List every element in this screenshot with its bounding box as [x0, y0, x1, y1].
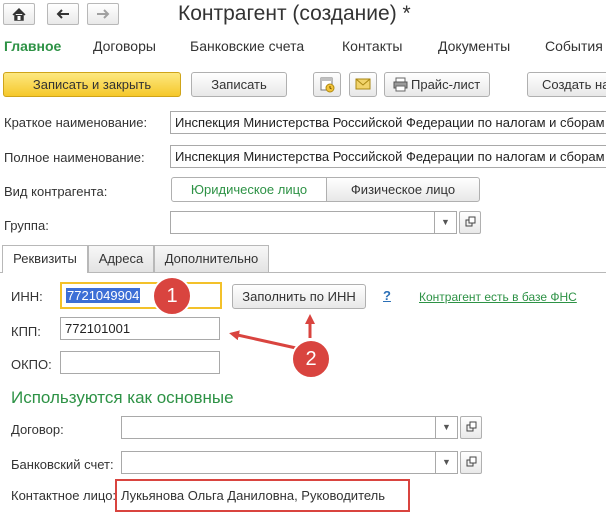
kpp-label: КПП: — [11, 324, 41, 339]
schedule-button[interactable] — [313, 72, 341, 97]
fill-by-inn-button[interactable]: Заполнить по ИНН — [232, 284, 366, 309]
contact-person-label: Контактное лицо: — [11, 488, 117, 503]
open-window-icon — [466, 421, 477, 432]
fns-link[interactable]: Контрагент есть в базе ФНС — [419, 290, 577, 304]
short-name-input[interactable]: Инспекция Министерства Российской Федера… — [170, 111, 606, 134]
kpp-input[interactable]: 772101001 — [60, 317, 220, 340]
question-mark-icon[interactable]: ? — [383, 288, 391, 303]
bank-account-input[interactable] — [121, 451, 436, 474]
arrow-to-kpp — [229, 330, 297, 350]
forward-button[interactable] — [87, 3, 119, 25]
tab-additional[interactable]: Дополнительно — [154, 245, 269, 272]
group-label: Группа: — [4, 218, 49, 233]
marker-2-label: 2 — [305, 348, 317, 370]
inn-label: ИНН: — [11, 289, 43, 304]
inn-input[interactable]: 7721049904 — [60, 282, 222, 309]
open-window-icon — [466, 456, 477, 467]
bank-account-dropdown-button[interactable]: ▼ — [436, 451, 458, 474]
group-dropdown-button[interactable]: ▼ — [435, 211, 457, 234]
mail-button[interactable] — [349, 72, 377, 97]
price-list-button[interactable]: Прайс-лист — [384, 72, 490, 97]
okpo-label: ОКПО: — [11, 357, 52, 372]
price-list-label: Прайс-лист — [411, 77, 481, 92]
inn-value: 7721049904 — [66, 288, 141, 303]
contract-open-button[interactable] — [460, 416, 482, 439]
marker-1-label: 1 — [166, 285, 178, 307]
chevron-down-icon: ▼ — [442, 457, 451, 467]
bank-account-label: Банковский счет: — [11, 457, 114, 472]
group-open-button[interactable] — [459, 211, 481, 234]
menu-item-documents[interactable]: Документы — [438, 38, 510, 54]
back-button[interactable] — [47, 3, 79, 25]
type-label: Вид контрагента: — [4, 184, 108, 199]
full-name-label: Полное наименование: — [4, 150, 145, 165]
menu-item-events[interactable]: События — [545, 38, 603, 54]
menu-item-bank-accounts[interactable]: Банковские счета — [190, 38, 304, 54]
contract-input[interactable] — [121, 416, 436, 439]
arrow-right-icon — [97, 9, 110, 19]
arrow-left-icon — [56, 9, 69, 19]
save-close-button[interactable]: Записать и закрыть — [3, 72, 181, 97]
open-window-icon — [465, 216, 476, 227]
defaults-title: Используются как основные — [11, 388, 234, 407]
menu-item-main[interactable]: Главное — [4, 38, 61, 54]
tab-addresses[interactable]: Адреса — [88, 245, 154, 272]
contact-person-value[interactable]: Лукьянова Ольга Даниловна, Руководитель — [121, 488, 385, 503]
group-input[interactable] — [170, 211, 435, 234]
chevron-down-icon: ▼ — [441, 217, 450, 227]
home-icon — [12, 7, 26, 21]
tabs-divider — [0, 272, 606, 273]
printer-icon — [393, 77, 408, 92]
short-name-label: Краткое наименование: — [4, 115, 148, 130]
chevron-down-icon: ▼ — [442, 422, 451, 432]
menu-item-contracts[interactable]: Договоры — [93, 38, 156, 54]
window-title: Контрагент (создание) * — [178, 2, 411, 25]
menu-item-contacts[interactable]: Контакты — [342, 38, 402, 54]
tab-requisites[interactable]: Реквизиты — [2, 245, 88, 273]
home-button[interactable] — [3, 3, 35, 25]
envelope-icon — [355, 78, 371, 90]
full-name-input[interactable]: Инспекция Министерства Российской Федера… — [170, 145, 606, 168]
bank-account-open-button[interactable] — [460, 451, 482, 474]
calendar-clock-icon — [320, 77, 335, 93]
okpo-input[interactable] — [60, 351, 220, 374]
contract-label: Договор: — [11, 422, 64, 437]
contract-dropdown-button[interactable]: ▼ — [436, 416, 458, 439]
create-based-button[interactable]: Создать на — [527, 72, 606, 97]
save-button[interactable]: Записать — [191, 72, 287, 97]
type-individual-toggle[interactable]: Физическое лицо — [326, 177, 480, 202]
type-legal-toggle[interactable]: Юридическое лицо — [171, 177, 327, 202]
